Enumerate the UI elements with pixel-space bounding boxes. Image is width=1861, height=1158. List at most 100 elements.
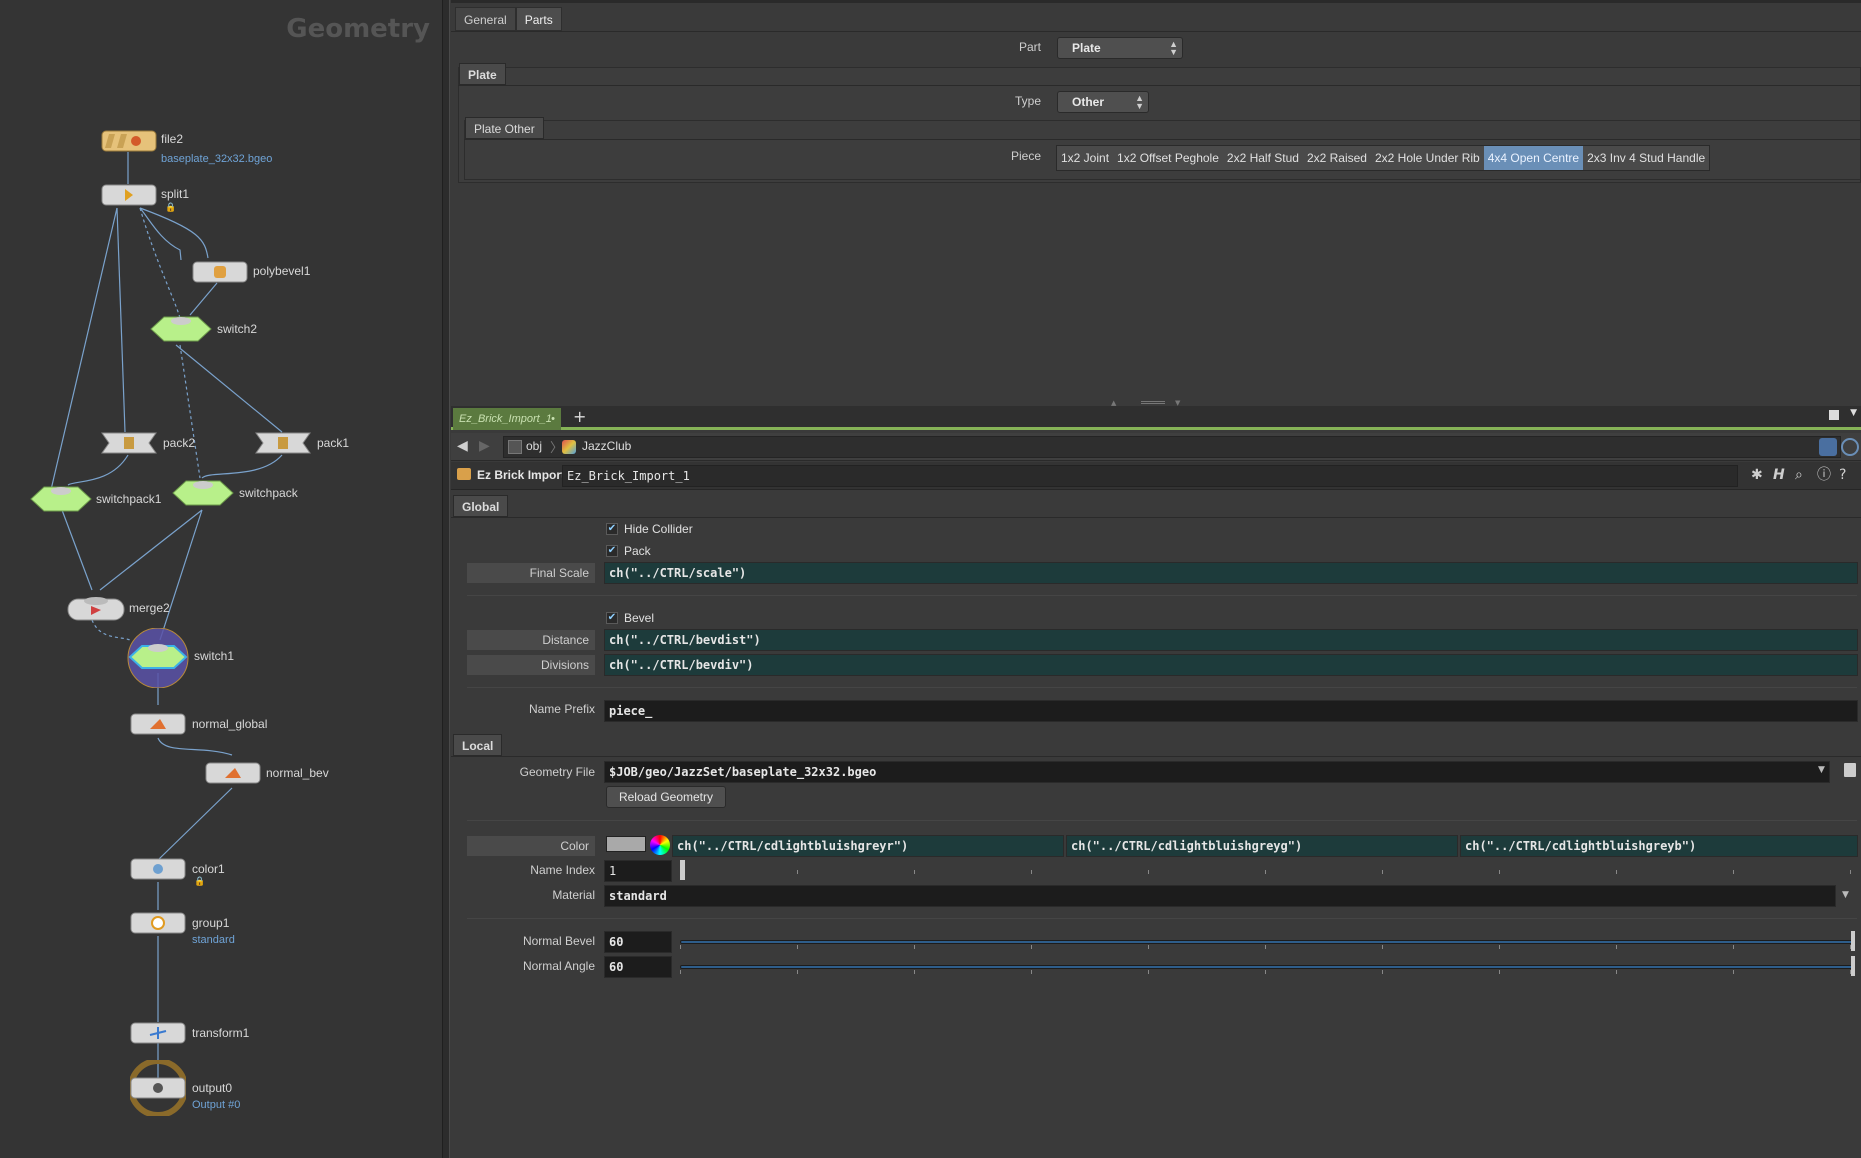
lock-icon: 🔒 — [165, 202, 177, 212]
node-switch2[interactable] — [150, 314, 212, 348]
node-switchpack1[interactable] — [30, 484, 92, 518]
file-browse-icon[interactable] — [1844, 763, 1856, 777]
distance-field[interactable]: ch("../CTRL/bevdist") — [604, 629, 1858, 651]
info-icon[interactable]: ⓘ — [1817, 466, 1831, 484]
piece-option[interactable]: 2x2 Raised — [1303, 146, 1371, 170]
piece-option-selected[interactable]: 4x4 Open Centre — [1483, 146, 1584, 170]
gear-icon[interactable]: ✱ — [1751, 466, 1763, 484]
node-transform1[interactable] — [130, 1022, 186, 1048]
plate-section-tab[interactable]: Plate — [459, 63, 506, 85]
tab-general[interactable]: General — [455, 7, 516, 31]
normal-bevel-field[interactable]: 60 — [604, 931, 672, 953]
bevel-checkbox[interactable]: ✔ — [606, 612, 618, 624]
piece-option[interactable]: 1x2 Joint — [1057, 146, 1113, 170]
type-menu-value: Other — [1072, 95, 1105, 109]
add-tab-button[interactable]: + — [573, 407, 586, 426]
polybevel-node-icon — [192, 261, 248, 283]
part-menu[interactable]: Plate ▲ ▼ — [1057, 37, 1183, 59]
path-segment-jazzclub[interactable]: JazzClub — [582, 439, 631, 453]
node-label: color1 — [192, 862, 225, 876]
color-wheel-icon[interactable] — [650, 835, 670, 855]
node-label: transform1 — [192, 1026, 250, 1040]
chevron-down-icon[interactable]: ▼ — [1818, 765, 1825, 775]
forward-arrow-icon[interactable]: ▶ — [479, 437, 490, 455]
wire-switchpack-merge2 — [99, 509, 203, 591]
chevron-down-icon[interactable]: ▼ — [1842, 890, 1849, 900]
color-label: Color — [467, 836, 595, 856]
close-icon[interactable]: • — [551, 408, 555, 430]
switch-node-icon — [127, 627, 189, 689]
search-icon[interactable]: ⌕ — [1795, 466, 1803, 484]
pin-icon[interactable] — [1819, 438, 1837, 456]
color-r-field[interactable]: ch("../CTRL/cdlightbluishgreyr") — [672, 835, 1064, 857]
name-prefix-field[interactable]: piece_ — [604, 700, 1858, 722]
tab-parts[interactable]: Parts — [515, 7, 562, 31]
node-label: pack1 — [317, 436, 350, 450]
back-arrow-icon[interactable]: ◀ — [457, 437, 468, 455]
path-segment-obj[interactable]: obj — [526, 439, 542, 453]
name-index-slider-handle[interactable] — [680, 860, 685, 880]
path-field[interactable]: obj 〉 JazzClub ▼ — [503, 436, 1841, 458]
plate-other-section-tab[interactable]: Plate Other — [465, 117, 544, 139]
node-split1[interactable] — [101, 184, 157, 210]
switch-node-icon — [30, 486, 92, 512]
pack-checkbox[interactable]: ✔ — [606, 545, 618, 557]
node-merge2[interactable] — [67, 596, 125, 626]
pane-splitter[interactable] — [442, 0, 450, 1158]
node-pack1[interactable] — [255, 432, 311, 458]
chevron-down-icon[interactable]: ▼ — [1850, 408, 1857, 418]
reload-geometry-button[interactable]: Reload Geometry — [606, 786, 726, 808]
node-normal_global[interactable] — [130, 713, 186, 739]
tab-global[interactable]: Global — [453, 495, 509, 517]
piece-option[interactable]: 2x2 Half Stud — [1223, 146, 1303, 170]
help-icon[interactable]: ? — [1839, 466, 1846, 484]
node-normal_bev[interactable] — [205, 762, 261, 788]
normal-angle-field[interactable]: 60 — [604, 956, 672, 978]
network-wires — [49, 152, 283, 1078]
separator — [467, 918, 1857, 919]
node-group1[interactable] — [130, 912, 186, 938]
node-file2[interactable] — [101, 130, 157, 156]
node-output0[interactable] — [128, 1058, 188, 1120]
node-name-field[interactable]: Ez_Brick_Import_1 — [562, 465, 1738, 487]
part-menu-value: Plate — [1072, 41, 1101, 55]
pane-tab-label: Ez_Brick_Import_1 — [459, 413, 552, 425]
final-scale-field[interactable]: ch("../CTRL/scale") — [604, 562, 1858, 584]
lock-icon: 🔒 — [194, 876, 206, 886]
maximize-icon[interactable] — [1829, 410, 1839, 420]
node-switchpack[interactable] — [172, 478, 234, 512]
node-pack2[interactable] — [101, 432, 157, 458]
normal-bevel-slider[interactable] — [680, 940, 1854, 944]
material-field[interactable]: standard — [604, 885, 1836, 907]
pane-tab-ez-brick-import[interactable]: Ez_Brick_Import_1 • — [453, 408, 561, 430]
parameter-tabs: General Parts — [455, 7, 562, 31]
node-color1[interactable] — [130, 858, 186, 884]
node-label: switchpack — [239, 486, 298, 500]
piece-option[interactable]: 2x2 Hole Under Rib — [1371, 146, 1484, 170]
type-menu[interactable]: Other ▲ ▼ — [1057, 91, 1149, 113]
pane-tab-bar: Ez_Brick_Import_1 • + ▼ — [451, 406, 1861, 430]
geometry-file-field[interactable]: $JOB/geo/JazzSet/baseplate_32x32.bgeo — [604, 761, 1830, 783]
normal-angle-slider[interactable] — [680, 965, 1854, 969]
node-label: normal_bev — [266, 766, 329, 780]
piece-option[interactable]: 1x2 Offset Peghole — [1113, 146, 1223, 170]
section-line — [464, 139, 1861, 140]
node-polybevel1[interactable] — [192, 261, 248, 287]
node-label: switch1 — [194, 649, 235, 663]
normal-angle-slider-handle[interactable] — [1851, 956, 1855, 976]
node-parameter-pane: Ez_Brick_Import_1 • + ▼ ◀ ▶ obj 〉 JazzCl… — [451, 406, 1861, 1158]
tab-local[interactable]: Local — [453, 734, 503, 756]
help-h-icon[interactable]: H — [1773, 466, 1785, 484]
normal-angle-label: Normal Angle — [522, 959, 595, 973]
network-editor[interactable]: Geometry file2 baseplate_32x32.bgeo spli… — [0, 0, 442, 1158]
name-index-field[interactable]: 1 — [604, 860, 672, 882]
color-g-field[interactable]: ch("../CTRL/cdlightbluishgreyg") — [1066, 835, 1458, 857]
color-swatch[interactable] — [606, 836, 646, 852]
normal-bevel-slider-handle[interactable] — [1851, 931, 1855, 951]
link-icon[interactable] — [1841, 438, 1859, 456]
node-switch1[interactable] — [126, 627, 190, 692]
color-b-field[interactable]: ch("../CTRL/cdlightbluishgreyb") — [1460, 835, 1858, 857]
piece-option[interactable]: 2x3 Inv 4 Stud Handle — [1583, 146, 1709, 170]
divisions-field[interactable]: ch("../CTRL/bevdiv") — [604, 654, 1858, 676]
hide-collider-checkbox[interactable]: ✔ — [606, 523, 618, 535]
